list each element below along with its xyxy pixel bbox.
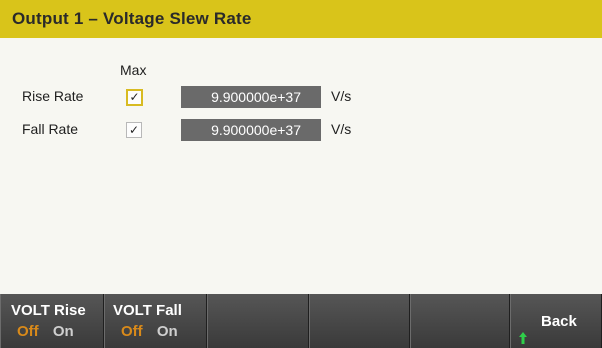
fall-rate-max-checkbox[interactable]: ✓	[126, 122, 142, 138]
screen: Output 1 – Voltage Slew Rate Max Rise Ra…	[0, 0, 602, 348]
rise-rate-unit: V/s	[331, 88, 352, 104]
rise-rate-field[interactable]: 9.900000e+37	[181, 86, 321, 108]
back-button[interactable]: Back	[510, 294, 602, 348]
softkey-volt-rise-options: Off On	[17, 323, 74, 340]
volt-fall-on-option: On	[156, 323, 178, 340]
fall-rate-field[interactable]: 9.900000e+37	[181, 119, 321, 141]
max-column-label: Max	[120, 62, 147, 78]
softkey-bar: VOLT Rise Off On VOLT Fall Off On Back	[0, 294, 602, 348]
rise-rate-max-checkbox[interactable]: ✓	[126, 89, 143, 106]
volt-rise-on-option: On	[52, 323, 74, 340]
softkey-volt-fall-options: Off On	[121, 323, 178, 340]
slew-rate-panel: Max Rise Rate ✓ 9.900000e+37 V/s Fall Ra…	[0, 38, 602, 294]
rise-rate-label: Rise Rate	[22, 88, 84, 104]
softkey-volt-fall[interactable]: VOLT Fall Off On	[104, 294, 207, 348]
softkey-volt-rise[interactable]: VOLT Rise Off On	[0, 294, 104, 348]
softkey-3-empty[interactable]	[207, 294, 309, 348]
softkey-volt-rise-label: VOLT Rise	[11, 302, 86, 319]
softkey-4-empty[interactable]	[309, 294, 410, 348]
back-button-label: Back	[541, 313, 577, 330]
fall-rate-value: 9.900000e+37	[211, 122, 301, 138]
volt-fall-off-option: Off	[121, 323, 143, 340]
softkey-volt-fall-label: VOLT Fall	[113, 302, 182, 319]
fall-rate-label: Fall Rate	[22, 121, 79, 137]
volt-rise-off-option: Off	[17, 323, 39, 340]
page-title: Output 1 – Voltage Slew Rate	[12, 9, 252, 28]
header-bar: Output 1 – Voltage Slew Rate	[0, 0, 602, 39]
rise-rate-value: 9.900000e+37	[211, 89, 301, 105]
fall-rate-unit: V/s	[331, 121, 352, 137]
softkey-5-empty[interactable]	[410, 294, 510, 348]
up-arrow-icon	[519, 332, 527, 344]
